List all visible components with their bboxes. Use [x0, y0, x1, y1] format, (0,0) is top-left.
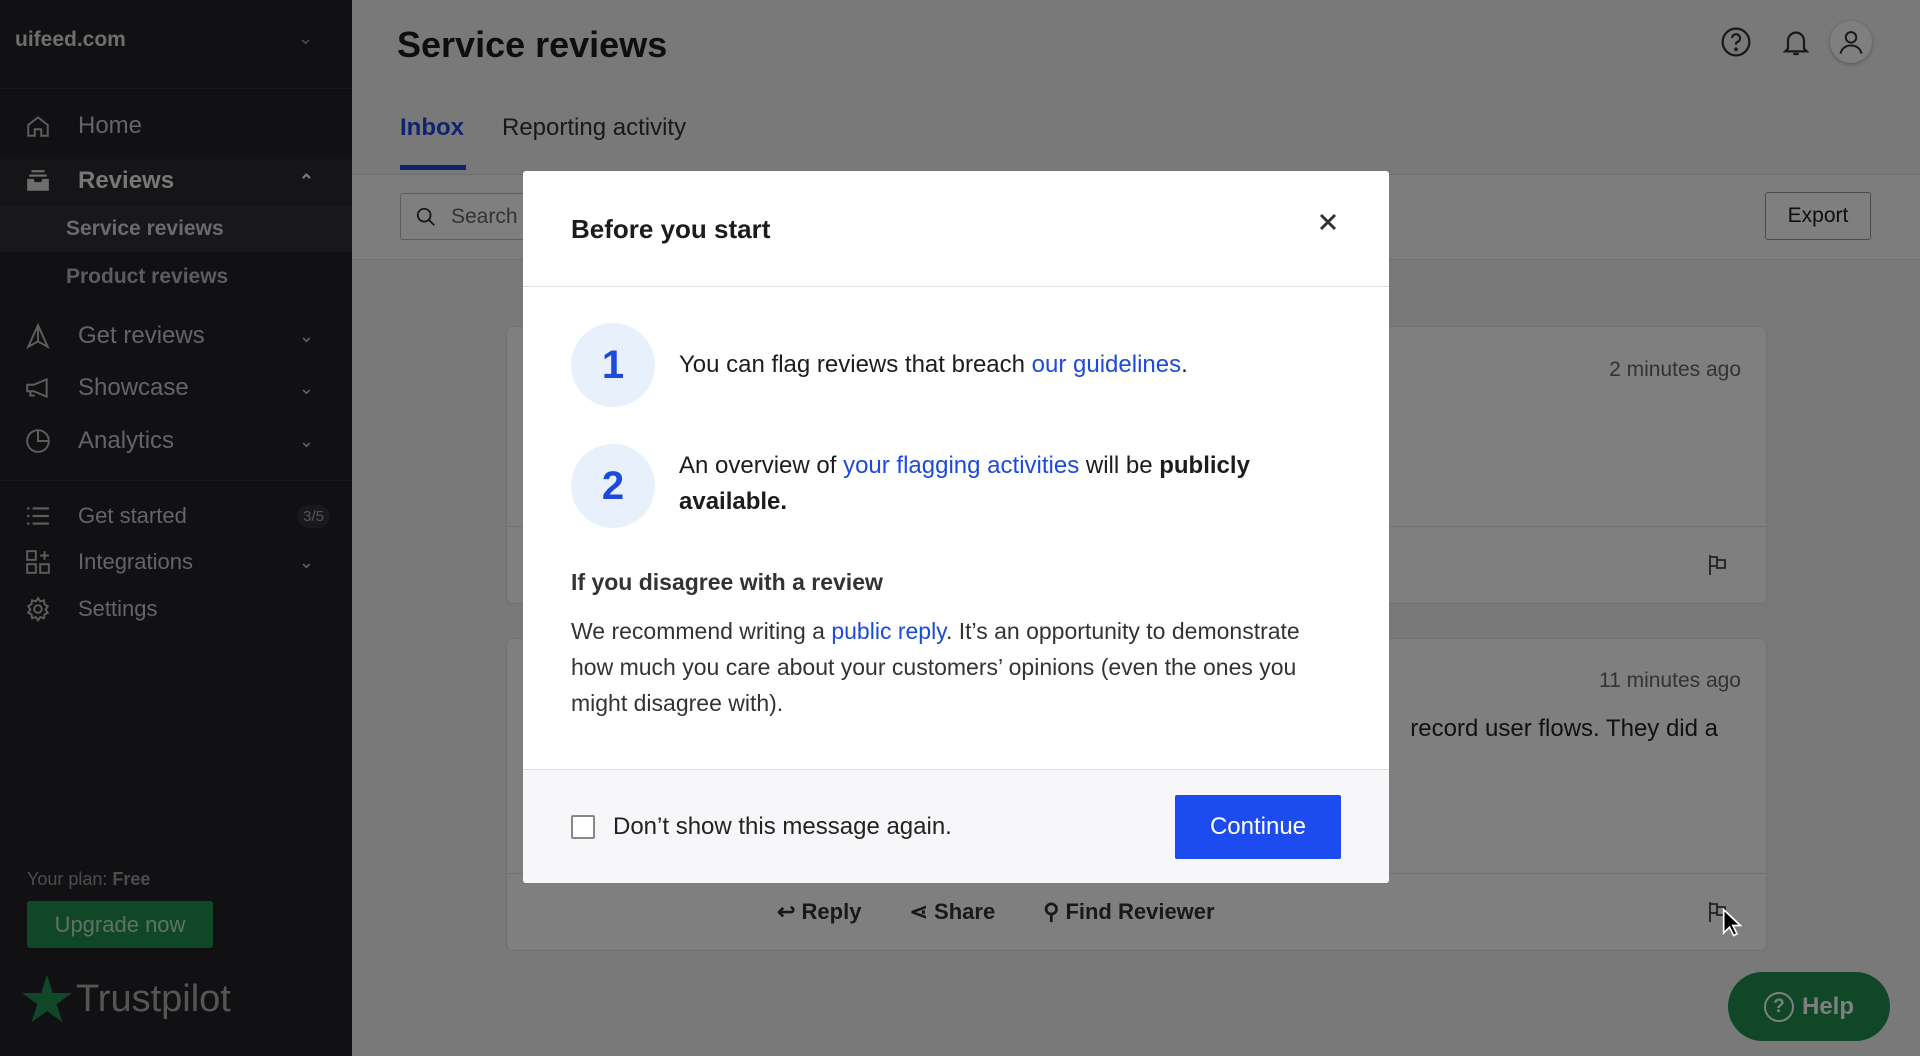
step-number: 1 — [571, 323, 655, 407]
step-text-mid: will be — [1079, 452, 1160, 479]
step-text-end: . — [1181, 351, 1188, 378]
step-2: 2 An overview of your flagging activitie… — [571, 444, 1319, 528]
step-number: 2 — [571, 444, 655, 528]
close-icon[interactable] — [1319, 213, 1337, 236]
modal-footer: Don’t show this message again. Continue — [523, 769, 1389, 883]
modal-paragraph: We recommend writing a public reply. It’… — [571, 613, 1341, 721]
modal-subheading: If you disagree with a review — [571, 569, 883, 595]
continue-button[interactable]: Continue — [1175, 795, 1341, 859]
checkbox-label: Don’t show this message again. — [613, 813, 952, 840]
flagging-activities-link[interactable]: your flagging activities — [843, 452, 1079, 479]
guidelines-link[interactable]: our guidelines — [1032, 351, 1181, 378]
modal-title: Before you start — [571, 214, 771, 244]
mouse-cursor-icon — [1722, 907, 1743, 943]
public-reply-link[interactable]: public reply — [831, 618, 946, 644]
step-text: You can flag reviews that breach — [679, 351, 1032, 378]
dont-show-again-checkbox[interactable] — [571, 815, 595, 839]
dont-show-again-option[interactable]: Don’t show this message again. — [571, 813, 952, 841]
paragraph-text: We recommend writing a — [571, 618, 832, 644]
step-text: An overview of — [679, 452, 844, 479]
before-you-start-dialog: Before you start 1 You can flag reviews … — [523, 171, 1389, 883]
modal-header: Before you start — [523, 171, 1389, 287]
step-1: 1 You can flag reviews that breach our g… — [571, 323, 1319, 407]
